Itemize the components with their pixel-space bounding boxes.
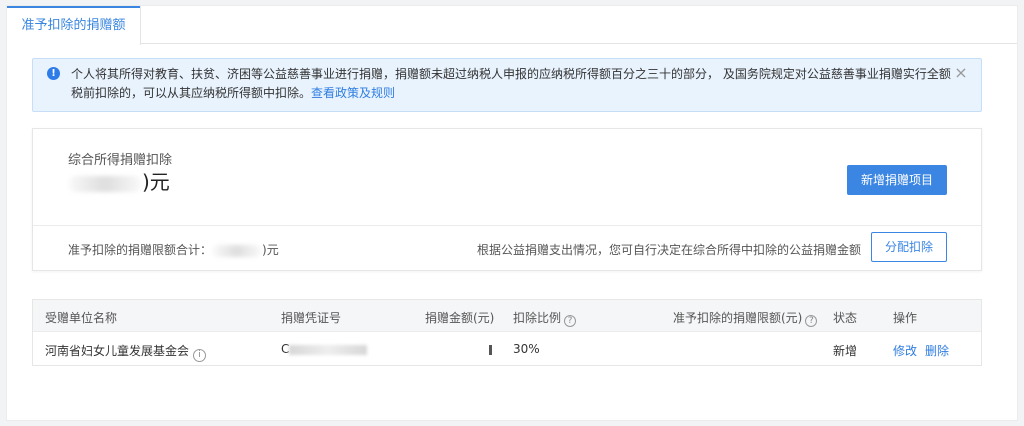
summary-divider	[33, 225, 981, 226]
org-name: 河南省妇女儿童发展基金会	[45, 344, 190, 358]
question-icon[interactable]: ?	[564, 315, 577, 327]
masked-amount	[68, 175, 142, 192]
limit-total: 准予扣除的捐赠限额合计： )元	[68, 241, 279, 258]
cell-org: 河南省妇女儿童发展基金会 i	[45, 342, 207, 362]
col-org: 受赠单位名称	[45, 311, 118, 325]
col-limit: 准予扣除的捐赠限额(元)?	[673, 309, 818, 327]
amount-suffix: )元	[142, 170, 170, 194]
limit-label: 准予扣除的捐赠限额合计：	[68, 243, 213, 257]
masked-cert	[289, 344, 368, 355]
cell-status: 新增	[833, 344, 858, 358]
close-icon[interactable]: ×	[953, 65, 969, 81]
table-row: 河南省妇女儿童发展基金会 i C 30% 新增 修改 删除	[33, 332, 981, 366]
edit-link[interactable]: 修改	[893, 344, 917, 358]
table-header: 受赠单位名称 捐赠凭证号 捐赠金额(元) 扣除比例? 准予扣除的捐赠限额(元)?…	[33, 300, 981, 332]
donation-table: 受赠单位名称 捐赠凭证号 捐赠金额(元) 扣除比例? 准予扣除的捐赠限额(元)?…	[32, 299, 982, 366]
cell-actions: 修改 删除	[893, 342, 957, 359]
allocate-deduction-button[interactable]: 分配扣除	[871, 232, 947, 262]
limit-suffix: )元	[262, 243, 279, 257]
tab-deductible-donation[interactable]: 准予扣除的捐赠额	[7, 6, 141, 45]
col-action: 操作	[893, 311, 918, 325]
alert-text: 个人将其所得对教育、扶贫、济困等公益慈善事业进行捐赠，捐赠额未超过纳税人申报的应…	[71, 65, 951, 103]
cert-prefix: C	[281, 342, 290, 356]
summary-label: 综合所得捐赠扣除	[68, 153, 173, 168]
allocation-hint: 根据公益捐赠支出情况，您可自行决定在综合所得中扣除的公益捐赠金额	[477, 243, 862, 257]
info-circle-icon[interactable]: i	[193, 349, 207, 362]
delete-link[interactable]: 删除	[925, 344, 949, 358]
cell-ratio: 30%	[513, 342, 540, 356]
policy-alert: ! 个人将其所得对教育、扶贫、济困等公益慈善事业进行捐赠，捐赠额未超过纳税人申报…	[32, 58, 982, 112]
cell-cert: C	[281, 342, 368, 356]
policy-link[interactable]: 查看政策及规则	[311, 86, 395, 100]
cell-amount	[489, 342, 492, 356]
col-ratio-label: 扣除比例	[513, 311, 562, 325]
col-ratio: 扣除比例?	[513, 309, 577, 327]
info-icon: !	[47, 67, 60, 80]
tab-bar: 准予扣除的捐赠额	[7, 6, 1017, 45]
donation-summary-card: 综合所得捐赠扣除 )元 新增捐赠项目 准予扣除的捐赠限额合计： )元 根据公益捐赠…	[32, 128, 982, 271]
masked-donation-amount	[489, 344, 492, 355]
add-donation-button[interactable]: 新增捐赠项目	[847, 165, 947, 195]
alert-message: 个人将其所得对教育、扶贫、济困等公益慈善事业进行捐赠，捐赠额未超过纳税人申报的应…	[71, 67, 951, 100]
summary-amount: )元	[68, 169, 170, 195]
col-amount: 捐赠金额(元)	[425, 311, 495, 325]
question-icon[interactable]: ?	[805, 315, 818, 327]
col-cert: 捐赠凭证号	[281, 311, 342, 325]
col-limit-label: 准予扣除的捐赠限额(元)	[673, 311, 803, 325]
masked-limit	[212, 244, 263, 257]
col-status: 状态	[833, 311, 858, 325]
